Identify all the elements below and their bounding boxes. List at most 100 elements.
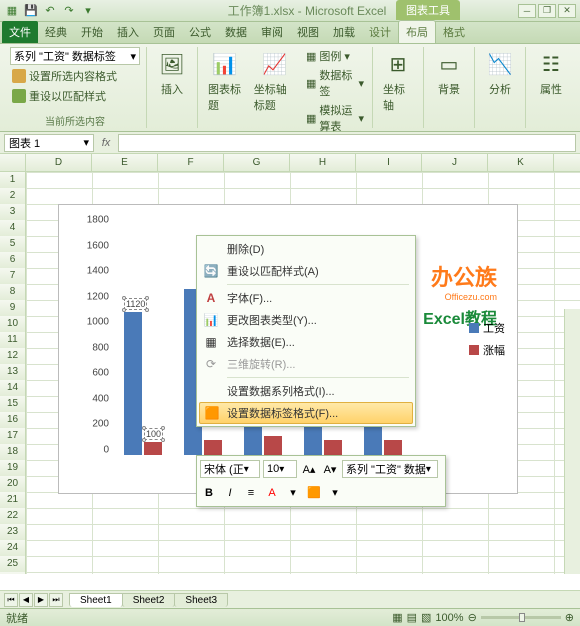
series-combo[interactable]: 系列 "工资" 数据▾	[342, 460, 438, 478]
minimize-button[interactable]: ─	[518, 4, 536, 18]
grow-font-button[interactable]: A▴	[300, 460, 318, 478]
chart-title-button[interactable]: 📊图表标题	[204, 47, 246, 135]
reset-style-button[interactable]: 重设以匹配样式	[10, 87, 140, 105]
col-header[interactable]: J	[422, 154, 488, 171]
data-label[interactable]: 100	[144, 428, 163, 440]
font-color-button[interactable]: A	[263, 484, 281, 502]
col-header[interactable]: I	[356, 154, 422, 171]
chart-bar[interactable]	[124, 312, 142, 455]
zoom-out-button[interactable]: ⊖	[468, 611, 477, 624]
row-header[interactable]: 17	[0, 428, 26, 444]
view-normal-icon[interactable]: ▦	[392, 611, 402, 624]
col-header[interactable]: D	[26, 154, 92, 171]
row-header[interactable]: 22	[0, 508, 26, 524]
tab-nav-first[interactable]: ⏮	[4, 593, 18, 607]
col-header[interactable]: E	[92, 154, 158, 171]
tab-file[interactable]: 文件	[2, 21, 38, 43]
sheet-tab[interactable]: Sheet1	[69, 593, 123, 607]
row-header[interactable]: 14	[0, 380, 26, 396]
col-header[interactable]: H	[290, 154, 356, 171]
shrink-font-button[interactable]: A▾	[321, 460, 339, 478]
properties-button[interactable]: ☷属性	[532, 47, 570, 99]
col-header[interactable]: F	[158, 154, 224, 171]
menu-delete[interactable]: 删除(D)	[199, 238, 413, 260]
tab-nav-next[interactable]: ▶	[34, 593, 48, 607]
row-header[interactable]: 26	[0, 572, 26, 574]
row-header[interactable]: 15	[0, 396, 26, 412]
redo-icon[interactable]: ↷	[61, 3, 77, 19]
row-header[interactable]: 3	[0, 204, 26, 220]
tab-data[interactable]: 数据	[218, 21, 254, 43]
tab-insert[interactable]: 插入	[110, 21, 146, 43]
axis-title-button[interactable]: 📈坐标轴标题	[250, 47, 300, 135]
row-header[interactable]: 7	[0, 268, 26, 284]
chart-element-selector[interactable]: 系列 "工资" 数据标签▾	[10, 47, 140, 65]
underline-button[interactable]: ≡	[242, 484, 260, 502]
format-button[interactable]: 🟧	[305, 484, 323, 502]
undo-icon[interactable]: ↶	[42, 3, 58, 19]
view-break-icon[interactable]: ▧	[421, 611, 431, 624]
tab-classic[interactable]: 经典	[38, 21, 74, 43]
menu-series-format[interactable]: 设置数据系列格式(I)...	[199, 380, 413, 402]
row-header[interactable]: 4	[0, 220, 26, 236]
tab-design[interactable]: 设计	[362, 21, 398, 43]
sheet-tab[interactable]: Sheet2	[122, 593, 176, 607]
more-button[interactable]: ▾	[326, 484, 344, 502]
tab-home[interactable]: 开始	[74, 21, 110, 43]
chart-legend[interactable]: 工资 涨幅	[469, 320, 505, 364]
row-header[interactable]: 9	[0, 300, 26, 316]
row-header[interactable]: 8	[0, 284, 26, 300]
tab-view[interactable]: 视图	[290, 21, 326, 43]
menu-select-data[interactable]: ▦选择数据(E)...	[199, 331, 413, 353]
select-all-corner[interactable]	[0, 154, 26, 171]
view-page-icon[interactable]: ▤	[407, 611, 417, 624]
row-header[interactable]: 20	[0, 476, 26, 492]
chart-bar[interactable]	[144, 442, 162, 455]
chart-bar[interactable]	[324, 440, 342, 455]
row-header[interactable]: 11	[0, 332, 26, 348]
format-selection-button[interactable]: 设置所选内容格式	[10, 67, 140, 85]
insert-button[interactable]: 🖼插入	[153, 47, 191, 99]
row-header[interactable]: 19	[0, 460, 26, 476]
data-labels-button[interactable]: ▦数据标签▾	[304, 66, 366, 100]
col-header[interactable]: G	[224, 154, 290, 171]
menu-label-format[interactable]: 🟧设置数据标签格式(F)...	[199, 402, 413, 424]
zoom-in-button[interactable]: ⊕	[565, 611, 574, 624]
tab-nav-last[interactable]: ⏭	[49, 593, 63, 607]
formula-input[interactable]	[118, 134, 576, 152]
legend-button[interactable]: ▦图例▾	[304, 47, 366, 65]
save-icon[interactable]: 💾	[23, 3, 39, 19]
vertical-scrollbar[interactable]	[564, 309, 580, 574]
row-header[interactable]: 12	[0, 348, 26, 364]
tab-layout[interactable]: 布局	[398, 20, 436, 43]
menu-change-chart-type[interactable]: 📊更改图表类型(Y)...	[199, 309, 413, 331]
data-table-button[interactable]: ▦模拟运算表▾	[304, 101, 366, 135]
border-button[interactable]: ▾	[284, 484, 302, 502]
qat-dropdown-icon[interactable]: ▾	[80, 3, 96, 19]
sheet-tab[interactable]: Sheet3	[174, 593, 228, 607]
data-label[interactable]: 1120	[124, 298, 147, 310]
tab-addins[interactable]: 加载	[326, 21, 362, 43]
row-header[interactable]: 24	[0, 540, 26, 556]
row-header[interactable]: 6	[0, 252, 26, 268]
font-combo[interactable]: 宋体 (正▾	[200, 460, 260, 478]
tab-nav-prev[interactable]: ◀	[19, 593, 33, 607]
menu-font[interactable]: A字体(F)...	[199, 287, 413, 309]
row-header[interactable]: 18	[0, 444, 26, 460]
zoom-slider[interactable]	[481, 616, 561, 619]
close-button[interactable]: ✕	[558, 4, 576, 18]
tab-page[interactable]: 页面	[146, 21, 182, 43]
row-header[interactable]: 21	[0, 492, 26, 508]
row-header[interactable]: 16	[0, 412, 26, 428]
col-header[interactable]: K	[488, 154, 554, 171]
row-header[interactable]: 1	[0, 172, 26, 188]
tab-formula[interactable]: 公式	[182, 21, 218, 43]
row-header[interactable]: 23	[0, 524, 26, 540]
tab-review[interactable]: 审阅	[254, 21, 290, 43]
tab-format[interactable]: 格式	[436, 21, 472, 43]
analysis-button[interactable]: 📉分析	[481, 47, 519, 99]
row-header[interactable]: 2	[0, 188, 26, 204]
row-header[interactable]: 10	[0, 316, 26, 332]
bold-button[interactable]: B	[200, 484, 218, 502]
axes-button[interactable]: ⊞坐标轴	[379, 47, 417, 115]
